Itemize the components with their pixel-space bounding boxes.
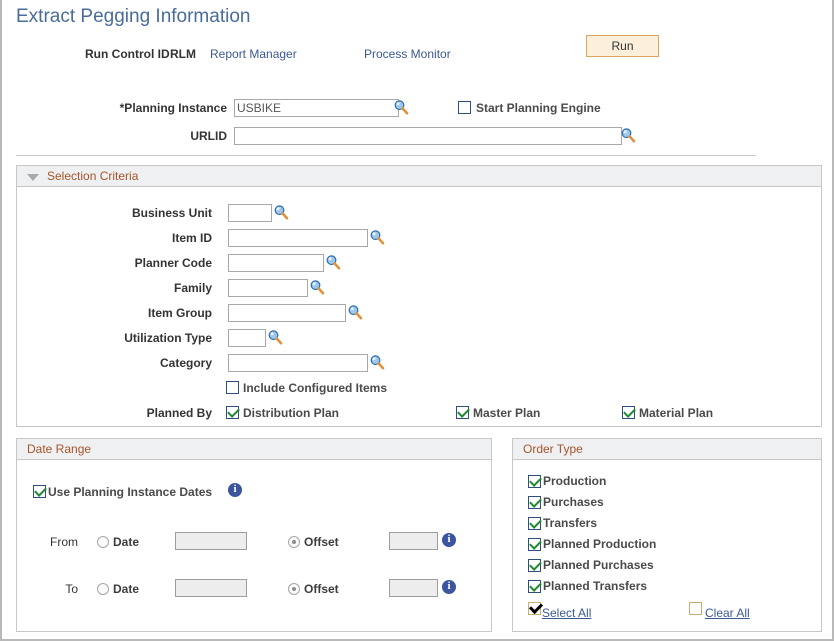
- planning-instance-input[interactable]: [234, 99, 399, 117]
- select-all-link[interactable]: Select All: [542, 606, 591, 620]
- date-range-header: Date Range: [17, 439, 491, 460]
- to-date-radio-label[interactable]: Date: [113, 582, 139, 596]
- order-type-purchases-checkbox[interactable]: [528, 496, 541, 509]
- utilization-type-label: Utilization Type: [82, 331, 212, 345]
- magnifier-icon[interactable]: [369, 354, 385, 370]
- selection-criteria-header[interactable]: Selection Criteria: [17, 166, 821, 187]
- info-icon[interactable]: [442, 580, 456, 594]
- order-type-planned-purchases-label[interactable]: Planned Purchases: [543, 558, 654, 572]
- planned-by-distribution-plan-checkbox[interactable]: [226, 406, 239, 419]
- from-date-radio[interactable]: [97, 536, 109, 548]
- process-monitor-link[interactable]: Process Monitor: [364, 47, 451, 61]
- from-date-input[interactable]: [175, 532, 247, 550]
- clear-all-link[interactable]: Clear All: [705, 606, 750, 620]
- info-icon[interactable]: [442, 533, 456, 547]
- magnifier-icon[interactable]: [620, 127, 636, 143]
- page-title: Extract Pegging Information: [16, 6, 250, 28]
- planning-instance-label: *Planning Instance: [112, 101, 227, 115]
- magnifier-icon[interactable]: [267, 329, 283, 345]
- order-type-panel: Order Type: [512, 438, 822, 632]
- run-button[interactable]: Run: [586, 35, 659, 57]
- magnifier-icon[interactable]: [347, 304, 363, 320]
- from-offset-radio-label[interactable]: Offset: [304, 535, 339, 549]
- magnifier-icon[interactable]: [273, 204, 289, 220]
- order-type-transfers-checkbox[interactable]: [528, 517, 541, 530]
- family-input[interactable]: [228, 279, 308, 297]
- application-page: Extract Pegging Information Run Control …: [0, 0, 834, 641]
- item-id-label: Item ID: [82, 231, 212, 245]
- planned-by-material-plan-label[interactable]: Material Plan: [639, 406, 713, 420]
- magnifier-icon[interactable]: [325, 254, 341, 270]
- run-control-id-value: RLM: [170, 47, 196, 61]
- planner-code-input[interactable]: [228, 254, 324, 272]
- from-date-radio-label[interactable]: Date: [113, 535, 139, 549]
- start-planning-engine-label[interactable]: Start Planning Engine: [476, 101, 601, 115]
- urlid-label: URLID: [152, 129, 227, 143]
- magnifier-icon[interactable]: [309, 279, 325, 295]
- from-offset-radio[interactable]: [288, 536, 300, 548]
- include-configured-items-label[interactable]: Include Configured Items: [243, 381, 387, 395]
- planned-by-master-plan-checkbox[interactable]: [456, 406, 469, 419]
- to-offset-radio-label[interactable]: Offset: [304, 582, 339, 596]
- business-unit-input[interactable]: [228, 204, 272, 222]
- from-row-label: From: [22, 535, 78, 549]
- order-type-purchases-label[interactable]: Purchases: [543, 495, 604, 509]
- order-type-header: Order Type: [513, 439, 821, 460]
- order-type-planned-transfers-label[interactable]: Planned Transfers: [543, 579, 647, 593]
- report-manager-link[interactable]: Report Manager: [210, 47, 297, 61]
- order-type-planned-production-checkbox[interactable]: [528, 538, 541, 551]
- run-control-row: Run Control ID RLM Report Manager Proces…: [2, 44, 834, 64]
- planned-by-distribution-plan-label[interactable]: Distribution Plan: [243, 406, 339, 420]
- item-group-input[interactable]: [228, 304, 346, 322]
- urlid-input[interactable]: [234, 127, 622, 145]
- family-label: Family: [82, 281, 212, 295]
- select-all-checkbox[interactable]: [528, 602, 541, 615]
- order-type-planned-transfers-checkbox[interactable]: [528, 580, 541, 593]
- triangle-down-icon[interactable]: [27, 174, 39, 181]
- planner-code-label: Planner Code: [82, 256, 212, 270]
- category-label: Category: [82, 356, 212, 370]
- selection-criteria-panel: Selection Criteria: [16, 165, 822, 427]
- business-unit-label: Business Unit: [82, 206, 212, 220]
- category-input[interactable]: [228, 354, 368, 372]
- planned-by-material-plan-checkbox[interactable]: [622, 406, 635, 419]
- date-range-title: Date Range: [27, 442, 91, 456]
- order-type-planned-production-label[interactable]: Planned Production: [543, 537, 656, 551]
- item-id-input[interactable]: [228, 229, 368, 247]
- start-planning-engine-checkbox[interactable]: [458, 101, 471, 114]
- order-type-title: Order Type: [523, 442, 583, 456]
- use-planning-instance-dates-checkbox[interactable]: [33, 485, 46, 498]
- order-type-production-label[interactable]: Production: [543, 474, 606, 488]
- info-icon[interactable]: [228, 483, 242, 497]
- to-date-input[interactable]: [175, 579, 247, 597]
- order-type-planned-purchases-checkbox[interactable]: [528, 559, 541, 572]
- to-row-label: To: [22, 582, 78, 596]
- planned-by-master-plan-label[interactable]: Master Plan: [473, 406, 540, 420]
- include-configured-items-checkbox[interactable]: [226, 381, 239, 394]
- from-offset-input[interactable]: [389, 532, 438, 550]
- order-type-transfers-label[interactable]: Transfers: [543, 516, 597, 530]
- selection-criteria-title: Selection Criteria: [47, 169, 138, 183]
- to-offset-input[interactable]: [389, 579, 438, 597]
- clear-all-checkbox[interactable]: [689, 602, 702, 615]
- run-control-id-label: Run Control ID: [85, 47, 170, 61]
- magnifier-icon[interactable]: [393, 99, 409, 115]
- magnifier-icon[interactable]: [369, 229, 385, 245]
- to-offset-radio[interactable]: [288, 583, 300, 595]
- use-planning-instance-dates-label[interactable]: Use Planning Instance Dates: [48, 485, 212, 499]
- utilization-type-input[interactable]: [228, 329, 266, 347]
- order-type-production-checkbox[interactable]: [528, 475, 541, 488]
- planned-by-label: Planned By: [82, 406, 212, 420]
- item-group-label: Item Group: [82, 306, 212, 320]
- to-date-radio[interactable]: [97, 583, 109, 595]
- section-divider: [16, 155, 756, 156]
